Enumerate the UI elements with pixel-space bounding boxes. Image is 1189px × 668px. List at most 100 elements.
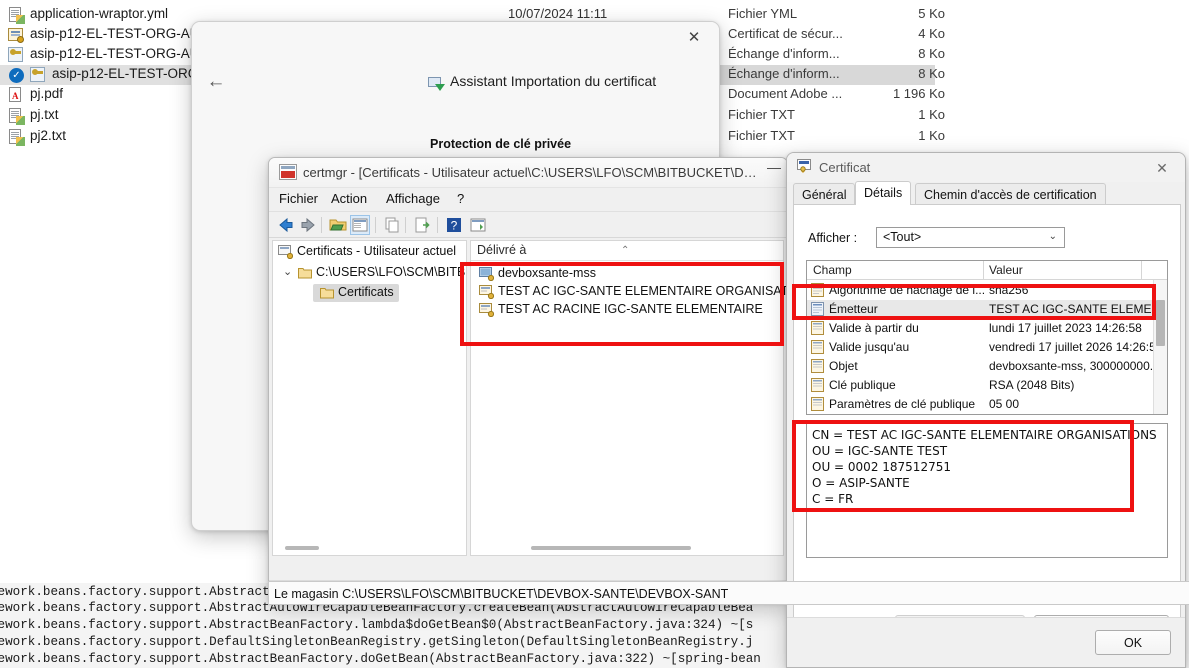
- minimize-icon[interactable]: [767, 168, 781, 169]
- svg-text:?: ?: [451, 219, 458, 233]
- tree-node-path[interactable]: C:\USERS\LFO\SCM\BITBUC: [316, 265, 466, 279]
- back-arrow-icon[interactable]: [277, 216, 295, 234]
- scrollbar-thumb[interactable]: [1156, 300, 1165, 346]
- certificate-icon: [797, 159, 813, 174]
- certmgr-status-text: Le magasin C:\USERS\LFO\SCM\BITBUCKET\DE…: [268, 581, 1189, 605]
- certificate-detail-textbox[interactable]: CN = TEST AC IGC-SANTE ELEMENTAIRE ORGAN…: [806, 423, 1168, 558]
- table-row[interactable]: Utilisation avancée de la clé Authentifi…: [807, 414, 1167, 415]
- chevron-down-icon[interactable]: ⌄: [283, 265, 292, 278]
- field-icon: [811, 340, 824, 354]
- console-line: nework.beans.factory.support.AbstractBea…: [0, 652, 761, 666]
- cert-store-icon: [278, 245, 294, 260]
- table-row-selected[interactable]: Émetteur TEST AC IGC-SANTE ELEMENT...: [807, 300, 1167, 319]
- field-value: devboxsante-mss, 300000000...: [989, 359, 1160, 373]
- folder-open-icon[interactable]: [329, 216, 347, 234]
- certmgr-app-icon: [279, 164, 297, 181]
- menu-item-help[interactable]: ?: [457, 191, 464, 206]
- field-value: lundi 17 juillet 2023 14:26:58: [989, 321, 1142, 335]
- certmgr-toolbar: ?: [269, 212, 787, 238]
- table-row[interactable]: Algorithme de hachage de l... sha256: [807, 281, 1167, 300]
- export-icon[interactable]: [413, 216, 431, 234]
- horizontal-scrollbar[interactable]: [285, 546, 319, 550]
- sort-ascending-icon: ⌃: [621, 245, 630, 256]
- certificate-icon: [8, 27, 24, 43]
- close-icon[interactable]: ✕: [1149, 158, 1175, 178]
- file-name: pj.txt: [30, 107, 59, 122]
- back-arrow-icon[interactable]: ←: [204, 71, 228, 93]
- copy-icon[interactable]: [383, 216, 401, 234]
- afficher-select[interactable]: <Tout> ⌄: [876, 227, 1065, 248]
- close-icon[interactable]: ✕: [677, 26, 711, 50]
- file-size: 5 Ko: [918, 6, 945, 21]
- ok-button[interactable]: OK: [1095, 630, 1171, 655]
- tree-node-certificats[interactable]: Certificats: [338, 285, 394, 299]
- file-name: asip-p12-EL-TEST-ORG-AU: [30, 26, 200, 41]
- table-row[interactable]: Paramètres de clé publique 05 00: [807, 395, 1167, 414]
- list-item-label: TEST AC RACINE IGC-SANTE ELEMENTAIRE: [498, 302, 763, 316]
- file-type: Fichier YML: [728, 6, 798, 21]
- list-item[interactable]: TEST AC RACINE IGC-SANTE ELEMENTAIRE: [479, 302, 763, 318]
- chevron-down-icon: ⌄: [1048, 231, 1057, 242]
- file-type: Échange d'inform...: [728, 46, 840, 61]
- tree-node-root[interactable]: Certificats - Utilisateur actuel: [297, 244, 456, 258]
- table-row[interactable]: Objet devboxsante-mss, 300000000...: [807, 357, 1167, 376]
- file-name: application-wraptor.yml: [30, 6, 169, 21]
- show-list-icon[interactable]: [469, 216, 487, 234]
- table-row[interactable]: Valide à partir du lundi 17 juillet 2023…: [807, 319, 1167, 338]
- field-value: 05 00: [989, 397, 1020, 411]
- text-file-icon: [8, 129, 25, 146]
- column-delivre-a[interactable]: Délivré à: [477, 243, 526, 257]
- toolbar-divider: [321, 217, 322, 233]
- menu-item-affichage[interactable]: Affichage: [386, 191, 440, 206]
- certmgr-title-bar: certmgr - [Certificats - Utilisateur act…: [269, 158, 787, 188]
- menu-item-action[interactable]: Action: [331, 191, 367, 206]
- file-type: Certificat de sécur...: [728, 26, 843, 41]
- list-item[interactable]: devboxsante-mss: [479, 266, 596, 282]
- table-row[interactable]: Valide jusqu'au vendredi 17 juillet 2026…: [807, 338, 1167, 357]
- horizontal-scrollbar[interactable]: [531, 546, 691, 550]
- text-file-icon: [8, 108, 25, 125]
- folder-icon: [320, 286, 334, 299]
- field-value: vendredi 17 juillet 2026 14:26:58: [989, 340, 1163, 354]
- ca-cert-icon: [479, 303, 495, 318]
- menu-item-fichier[interactable]: Fichier: [279, 191, 318, 206]
- file-type: Fichier TXT: [728, 107, 795, 122]
- field-name: Valide jusqu'au: [829, 340, 910, 354]
- field-icon: [811, 321, 824, 335]
- text-file-icon: [8, 7, 25, 24]
- certificate-dialog-title-bar: Certificat ✕: [787, 153, 1185, 182]
- help-icon[interactable]: ?: [445, 216, 463, 234]
- forward-arrow-icon[interactable]: [299, 216, 317, 234]
- file-type: Document Adobe ...: [728, 86, 843, 101]
- console-line: nework.beans.factory.support.AbstractBea…: [0, 618, 754, 632]
- file-name: pj2.txt: [30, 128, 67, 143]
- tab-general[interactable]: Général: [793, 183, 856, 205]
- field-icon: [811, 378, 824, 392]
- field-name: Algorithme de hachage de l...: [829, 283, 986, 297]
- file-date: 10/07/2024 11:11: [508, 6, 608, 21]
- table-row[interactable]: Clé publique RSA (2048 Bits): [807, 376, 1167, 395]
- detail-line: OU = 0002 187512751: [812, 460, 951, 474]
- wizard-title-bar: [192, 22, 719, 52]
- wizard-title: Assistant Importation du certificat: [450, 73, 657, 89]
- tab-details[interactable]: Détails: [855, 181, 912, 205]
- folder-icon: [298, 266, 312, 279]
- file-name: asip-p12-EL-TEST-ORG-AU: [30, 46, 200, 61]
- certmgr-tree-panel: Certificats - Utilisateur actuel ⌄ C:\US…: [272, 240, 467, 556]
- grid-vertical-scrollbar[interactable]: [1153, 280, 1167, 414]
- field-icon: [811, 397, 824, 411]
- column-divider[interactable]: [983, 261, 984, 280]
- column-divider[interactable]: [1141, 261, 1142, 280]
- personal-cert-icon: [479, 267, 495, 282]
- field-icon: [811, 302, 824, 316]
- list-item[interactable]: TEST AC IGC-SANTE ELEMENTAIRE ORGANISATI…: [479, 284, 787, 300]
- field-value: RSA (2048 Bits): [989, 378, 1075, 392]
- field-value: TEST AC IGC-SANTE ELEMENT...: [989, 302, 1168, 316]
- tab-certification-path[interactable]: Chemin d'accès de certification: [915, 183, 1106, 205]
- properties-icon[interactable]: [350, 215, 370, 235]
- certificate-dialog-tabs: Général Détails Chemin d'accès de certif…: [793, 181, 1181, 205]
- certificate-wizard-icon: [428, 74, 445, 91]
- detail-line: O = ASIP-SANTE: [812, 476, 910, 490]
- certificate-fields-grid[interactable]: Champ Valeur Algorithme de hachage de l.…: [806, 260, 1168, 415]
- list-column-header[interactable]: Délivré à ⌃: [471, 241, 783, 261]
